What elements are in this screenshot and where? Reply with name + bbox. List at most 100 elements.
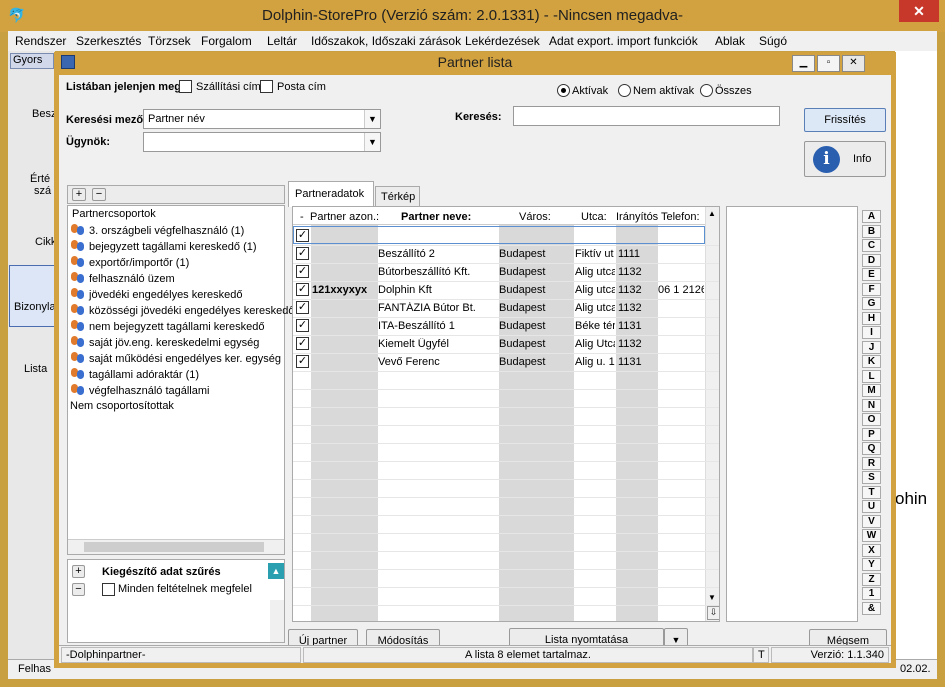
tree-item[interactable]: saját működési engedélyes ker. egység xyxy=(70,352,281,368)
tree-item[interactable]: közösségi jövedéki engedélyes kereskedő xyxy=(70,304,294,320)
tree-item[interactable]: 3. országbeli végfelhasználó (1) xyxy=(70,224,244,240)
grid-cell-street[interactable]: Alig utca xyxy=(575,284,615,296)
alphabet-button[interactable]: L xyxy=(862,369,881,383)
all-conditions-checkbox[interactable] xyxy=(102,583,115,596)
alphabet-button[interactable]: M xyxy=(862,384,881,397)
alphabet-button[interactable]: H xyxy=(862,311,881,325)
grid-cell-city[interactable]: Budapest xyxy=(499,248,573,260)
alphabet-button[interactable]: T xyxy=(862,485,881,499)
alphabet-button[interactable]: P xyxy=(862,427,881,441)
active-radio[interactable] xyxy=(557,84,570,97)
grid-cell-name[interactable]: Beszállító 2 xyxy=(378,248,498,260)
alphabet-button[interactable]: V xyxy=(862,514,881,528)
grid-cell-zip[interactable]: 1131 xyxy=(618,320,658,332)
menu-ablak[interactable]: Ablak xyxy=(715,34,745,48)
menu-adat-export[interactable]: Adat export. import funkciók xyxy=(549,34,698,48)
grid-cell-zip[interactable]: 1131 xyxy=(618,356,658,368)
tree-item[interactable]: bejegyzett tagállami kereskedő (1) xyxy=(70,240,257,256)
tab-partner-data[interactable]: Partneradatok xyxy=(288,181,374,207)
grid-cell-zip[interactable]: 1111 xyxy=(618,248,658,260)
info-button[interactable]: i Info xyxy=(804,141,886,177)
grid-vscrollbar[interactable]: ▲ ▼ ⇩ xyxy=(705,207,719,621)
row-select-checkbox[interactable]: ✓ xyxy=(296,319,309,332)
grid-cell-phone[interactable]: 06 1 2126 xyxy=(658,284,704,296)
alphabet-button[interactable]: U xyxy=(862,500,881,513)
alphabet-button[interactable]: Y xyxy=(862,558,881,571)
menu-idoszakok[interactable]: Időszakok, Időszaki zárások xyxy=(311,34,461,48)
row-select-checkbox[interactable]: ✓ xyxy=(296,229,309,242)
grid-cell-name[interactable]: Kiemelt Ügyfél xyxy=(378,338,498,350)
tree-hscrollbar[interactable] xyxy=(68,539,284,554)
grid-header-cell[interactable]: Partner neve: xyxy=(401,211,471,223)
alphabet-button[interactable]: Z xyxy=(862,572,881,586)
collapse-panel-icon[interactable]: ▲ xyxy=(268,563,284,579)
grid-cell-city[interactable]: Budapest xyxy=(499,338,573,350)
alphabet-button[interactable]: I xyxy=(862,326,881,339)
agent-select[interactable]: ▼ xyxy=(143,132,381,152)
tree-item[interactable]: jövedéki engedélyes kereskedő xyxy=(70,288,243,304)
tree-root[interactable]: Partnercsoportok xyxy=(72,208,156,224)
main-close-button[interactable]: ✕ xyxy=(899,0,939,22)
shipping-address-checkbox[interactable] xyxy=(179,80,192,93)
letter-result-list[interactable] xyxy=(726,206,858,622)
alphabet-button[interactable]: R xyxy=(862,456,881,470)
grid-cell-city[interactable]: Budapest xyxy=(499,266,573,278)
tab-map[interactable]: Térkép xyxy=(375,186,420,207)
row-select-checkbox[interactable]: ✓ xyxy=(296,265,309,278)
filter-vscrollbar[interactable] xyxy=(270,600,284,642)
tree-item[interactable]: nem bejegyzett tagállami kereskedő xyxy=(70,320,264,336)
collapse-all-button[interactable]: − xyxy=(92,188,106,201)
grid-cell-street[interactable]: Alig utca xyxy=(575,302,615,314)
grid-cell-street[interactable]: Alig u. 1 xyxy=(575,356,615,368)
grid-cell-street[interactable]: Alig Utca xyxy=(575,338,615,350)
grid-cell-street[interactable]: Fiktív ut xyxy=(575,248,615,260)
grid-cell-street[interactable]: Alig utca xyxy=(575,266,615,278)
alphabet-button[interactable]: F xyxy=(862,282,881,296)
row-select-checkbox[interactable]: ✓ xyxy=(296,247,309,260)
menu-rendszer[interactable]: Rendszer xyxy=(15,34,66,48)
bizonylat-button[interactable]: Bizonyla xyxy=(9,265,56,327)
partner-grid[interactable]: - Partner azon.: Partner neve: Város: Ut… xyxy=(292,206,720,622)
alphabet-button[interactable]: & xyxy=(862,601,881,615)
alphabet-button[interactable]: S xyxy=(862,471,881,484)
grid-header-cell[interactable]: - xyxy=(300,211,304,223)
scroll-thumb[interactable] xyxy=(84,542,264,552)
grid-cell-zip[interactable]: 1132 xyxy=(618,338,658,350)
grid-cell-name[interactable]: Vevő Ferenc xyxy=(378,356,498,368)
alphabet-button[interactable]: N xyxy=(862,398,881,412)
grid-cell-zip[interactable]: 1132 xyxy=(618,266,658,278)
grid-cell-city[interactable]: Budapest xyxy=(499,356,573,368)
column-chooser-icon[interactable]: ⇩ xyxy=(707,606,719,620)
menu-forgalom[interactable]: Forgalom xyxy=(201,34,252,48)
row-select-checkbox[interactable]: ✓ xyxy=(296,355,309,368)
grid-cell-name[interactable]: ITA-Beszállító 1 xyxy=(378,320,498,332)
alphabet-button[interactable]: W xyxy=(862,529,881,542)
grid-header-cell[interactable]: Telefon: xyxy=(661,211,700,223)
scroll-down-icon[interactable]: ▼ xyxy=(708,593,716,602)
alphabet-button[interactable]: X xyxy=(862,543,881,557)
minimize-button[interactable]: ▁ xyxy=(792,55,815,72)
tree-item[interactable]: saját jöv.eng. kereskedelmi egység xyxy=(70,336,259,352)
maximize-button[interactable]: ▫ xyxy=(817,55,840,72)
search-input[interactable] xyxy=(513,106,780,126)
inactive-radio[interactable] xyxy=(618,84,631,97)
menu-lekerdezesek[interactable]: Lekérdezések xyxy=(465,34,540,48)
row-select-checkbox[interactable]: ✓ xyxy=(296,283,309,296)
alphabet-button[interactable]: Q xyxy=(862,442,881,455)
grid-cell-street[interactable]: Béke tér xyxy=(575,320,615,332)
grid-header-cell[interactable]: Partner azon.: xyxy=(310,211,379,223)
menu-sugo[interactable]: Súgó xyxy=(759,34,787,48)
menu-leltar[interactable]: Leltár xyxy=(267,34,297,48)
scroll-up-icon[interactable]: ▲ xyxy=(708,209,716,218)
alphabet-button[interactable]: A xyxy=(862,210,881,223)
tree-ungrouped[interactable]: Nem csoportosítottak xyxy=(70,400,174,416)
grid-cell-id[interactable]: 121xxyxyx xyxy=(312,284,378,296)
tree-item[interactable]: exportőr/importőr (1) xyxy=(70,256,189,272)
menu-torzsek[interactable]: Törzsek xyxy=(148,34,191,48)
gyors-tab[interactable]: Gyors xyxy=(10,53,54,69)
alphabet-button[interactable]: E xyxy=(862,268,881,281)
grid-cell-zip[interactable]: 1132 xyxy=(618,284,658,296)
grid-header-cell[interactable]: Irányítós xyxy=(616,211,658,223)
expand-all-button[interactable]: + xyxy=(72,188,86,201)
alphabet-button[interactable]: 1 xyxy=(862,587,881,600)
